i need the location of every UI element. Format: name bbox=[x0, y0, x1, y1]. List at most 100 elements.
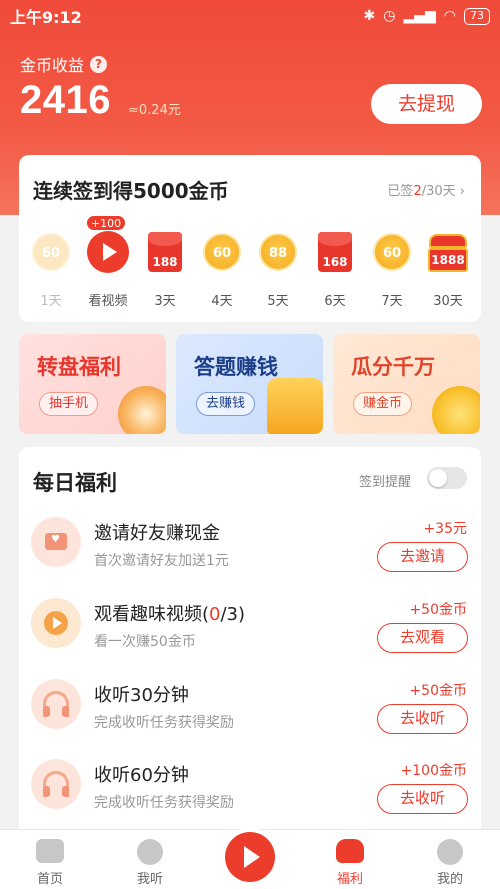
day-label: 1天 bbox=[40, 294, 62, 309]
checkin-status-suffix: /30天 bbox=[421, 184, 456, 199]
promo-quiz-card[interactable]: 答题赚钱 去赚钱 bbox=[176, 334, 323, 434]
toggle-knob bbox=[429, 469, 447, 487]
checkin-title: 连续签到得5000金币 bbox=[33, 179, 229, 203]
checkin-status[interactable]: 已签2/30天 › bbox=[387, 180, 465, 199]
checkin-day-6: 168 6天 bbox=[311, 232, 359, 309]
task-reward: +50金币 bbox=[409, 683, 467, 699]
status-time: 上午9:12 bbox=[10, 8, 82, 27]
tab-home[interactable]: 首页 bbox=[20, 830, 80, 889]
tab-label: 我的 bbox=[436, 872, 463, 887]
center-play-button[interactable] bbox=[225, 832, 275, 882]
daily-title: 每日福利 bbox=[33, 471, 117, 495]
wheel-icon bbox=[118, 386, 166, 434]
day-label: 7天 bbox=[381, 294, 403, 309]
task-name-suffix: /3) bbox=[220, 604, 246, 625]
task-desc: 完成收听任务获得奖励 bbox=[94, 715, 234, 731]
promo-button[interactable]: 去赚钱 bbox=[196, 392, 256, 416]
trophy-icon bbox=[267, 378, 323, 434]
headphones-icon bbox=[31, 759, 81, 809]
status-icons: ✱ ◷ ▂▄▆ ◠ 73 bbox=[363, 7, 490, 25]
promo-title: 答题赚钱 bbox=[194, 355, 278, 379]
checkin-day-30: 1888 30天 bbox=[424, 232, 472, 309]
listen-button[interactable]: 去收听 bbox=[377, 784, 468, 814]
chest-lid bbox=[429, 234, 467, 248]
task-desc: 完成收听任务获得奖励 bbox=[94, 795, 234, 811]
gold-coin-icon bbox=[432, 386, 480, 434]
task-name: 邀请好友赚现金 bbox=[94, 523, 220, 544]
headphones-shape bbox=[43, 771, 69, 797]
task-invite: 邀请好友赚现金 首次邀请好友加送1元 +35元 去邀请 bbox=[19, 505, 481, 585]
tab-label: 首页 bbox=[36, 872, 63, 887]
remind-toggle[interactable] bbox=[427, 467, 467, 489]
tab-label: 福利 bbox=[336, 872, 363, 887]
task-desc: 看一次赚50金币 bbox=[94, 634, 196, 650]
task-name: 观看趣味视频(0/3) bbox=[94, 600, 245, 626]
remind-label: 签到提醒 bbox=[359, 475, 412, 490]
envelope-shape bbox=[45, 533, 67, 550]
invite-button[interactable]: 去邀请 bbox=[377, 542, 468, 572]
promo-wheel-card[interactable]: 转盘福利 抽手机 bbox=[19, 334, 166, 434]
task-listen-60: 收听60分钟 完成收听任务获得奖励 +100金币 去收听 bbox=[19, 747, 481, 827]
bluetooth-icon: ✱ bbox=[363, 8, 376, 24]
listen-button[interactable]: 去收听 bbox=[377, 704, 468, 734]
task-name: 收听30分钟 bbox=[94, 685, 189, 706]
day-label: 看视频 bbox=[88, 294, 128, 309]
promo-share-card[interactable]: 瓜分千万 赚金币 bbox=[333, 334, 480, 434]
tab-label: 我听 bbox=[136, 872, 163, 887]
red-envelope-icon: 188 bbox=[148, 232, 182, 272]
coin-approx-value: ≈0.24元 bbox=[128, 103, 181, 118]
checkin-day-3: 188 3天 bbox=[141, 232, 189, 309]
coin-icon: 88 bbox=[259, 233, 297, 271]
task-name-prefix: 观看趣味视频( bbox=[94, 604, 210, 625]
home-play-icon bbox=[36, 839, 64, 863]
task-name: 收听60分钟 bbox=[94, 765, 189, 786]
day-label: 6天 bbox=[324, 294, 346, 309]
checkin-status-prefix: 已签 bbox=[387, 184, 414, 199]
task-watch-video: 观看趣味视频(0/3) 看一次赚50金币 +50金币 去观看 bbox=[19, 586, 481, 666]
checkin-card: 连续签到得5000金币 已签2/30天 › 60 1天 +100 看视频 188… bbox=[19, 155, 481, 322]
promo-title: 转盘福利 bbox=[37, 355, 121, 379]
coin-amount: 2416 bbox=[20, 78, 111, 122]
chevron-right-icon: › bbox=[459, 184, 465, 199]
watch-button[interactable]: 去观看 bbox=[377, 623, 468, 653]
task-reward: +50金币 bbox=[409, 602, 467, 618]
play-icon[interactable] bbox=[87, 231, 129, 273]
coin-icon: 60 bbox=[373, 233, 411, 271]
treasure-chest-icon: 1888 bbox=[428, 232, 468, 272]
withdraw-button[interactable]: 去提现 bbox=[371, 84, 482, 124]
checkin-day-video[interactable]: +100 看视频 bbox=[84, 215, 132, 309]
day-label: 4天 bbox=[211, 294, 233, 309]
checkin-day-5: 88 5天 bbox=[254, 233, 302, 309]
red-envelope-amount: 188 bbox=[152, 255, 178, 269]
tab-my-listen[interactable]: 我听 bbox=[120, 830, 180, 889]
promo-button[interactable]: 赚金币 bbox=[353, 392, 413, 416]
task-listen-30: 收听30分钟 完成收听任务获得奖励 +50金币 去收听 bbox=[19, 667, 481, 747]
headphones-shape bbox=[43, 691, 69, 717]
coin-label-text: 金币收益 bbox=[20, 56, 85, 75]
video-play-icon bbox=[31, 598, 81, 648]
daily-welfare-card: 每日福利 签到提醒 邀请好友赚现金 首次邀请好友加送1元 +35元 去邀请 观看… bbox=[19, 447, 481, 867]
checkin-day-7: 60 7天 bbox=[368, 233, 416, 309]
bonus-badge: +100 bbox=[86, 215, 126, 231]
money-bag-icon bbox=[336, 839, 364, 863]
promo-button[interactable]: 抽手机 bbox=[39, 392, 99, 416]
day-label: 5天 bbox=[267, 294, 289, 309]
checkin-day-4: 60 4天 bbox=[198, 233, 246, 309]
wifi-icon: ◠ bbox=[443, 8, 456, 24]
task-reward: +35元 bbox=[423, 521, 467, 537]
tab-welfare[interactable]: 福利 bbox=[320, 830, 380, 889]
tab-profile[interactable]: 我的 bbox=[420, 830, 480, 889]
coin-icon: 60 bbox=[32, 233, 70, 271]
play-shape bbox=[44, 611, 68, 635]
red-envelope-icon: 168 bbox=[318, 232, 352, 272]
coin-earnings-label: 金币收益 ? bbox=[20, 52, 108, 76]
red-envelope-amount: 168 bbox=[322, 255, 348, 269]
signal-icon: ▂▄▆ bbox=[403, 8, 436, 24]
battery-icon: 73 bbox=[464, 7, 490, 25]
status-bar: 上午9:12 ✱ ◷ ▂▄▆ ◠ 73 bbox=[0, 0, 500, 32]
help-icon[interactable]: ? bbox=[90, 55, 108, 73]
headphones-icon bbox=[31, 679, 81, 729]
day-label: 30天 bbox=[433, 294, 463, 309]
invite-envelope-icon bbox=[31, 517, 81, 567]
checkin-day-1: 60 1天 bbox=[27, 233, 75, 309]
